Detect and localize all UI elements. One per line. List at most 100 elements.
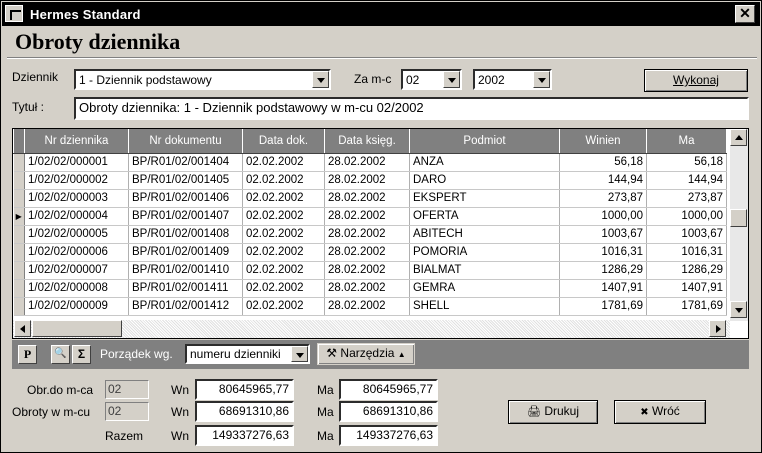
cell-nr-dokumentu[interactable]: BP/R01/02/001405 (128, 171, 243, 190)
cell-data-ksieg[interactable]: 28.02.2002 (324, 243, 410, 262)
cell-ma[interactable]: 1781,69 (646, 297, 727, 316)
cell-ma[interactable]: 1286,29 (646, 261, 727, 280)
year-select[interactable]: 2002 (473, 69, 552, 90)
cell-winien[interactable]: 273,87 (559, 189, 647, 208)
cell-winien[interactable]: 56,18 (559, 153, 647, 172)
table-row[interactable]: 1/02/02/000006 BP/R01/02/001409 02.02.2002… (13, 243, 727, 262)
vertical-scroll-thumb[interactable] (730, 209, 747, 227)
cell-podmiot[interactable]: ANZA (409, 153, 560, 172)
cell-nr-dokumentu[interactable]: BP/R01/02/001406 (128, 189, 243, 208)
cell-ma[interactable]: 144,94 (646, 171, 727, 190)
table-row[interactable]: 1/02/02/000001 BP/R01/02/001404 02.02.2002… (13, 153, 727, 172)
month-select[interactable]: 02 (401, 69, 462, 90)
col-data-ksieg[interactable]: Data księg. (324, 129, 410, 154)
cell-podmiot[interactable]: POMORIA (409, 243, 560, 262)
cell-ma[interactable]: 1000,00 (646, 207, 727, 226)
drukuj-button[interactable]: 🖨 Drukuj (508, 400, 598, 424)
cell-data-ksieg[interactable]: 28.02.2002 (324, 279, 410, 298)
narzedzia-button[interactable]: ⚒ Narzędzia ▲ (317, 343, 415, 365)
cell-nr-dziennika[interactable]: 1/02/02/000007 (24, 261, 129, 280)
col-podmiot[interactable]: Podmiot (409, 129, 560, 154)
close-button[interactable]: ✕ (735, 5, 755, 23)
cell-data-dok[interactable]: 02.02.2002 (242, 225, 325, 244)
cell-data-dok[interactable]: 02.02.2002 (242, 297, 325, 316)
cell-data-ksieg[interactable]: 28.02.2002 (324, 189, 410, 208)
tytul-field[interactable]: Obroty dziennika: 1 - Dziennik podstawow… (74, 97, 749, 120)
table-row[interactable]: ▶ 1/02/02/000004 BP/R01/02/001407 02.02.200… (13, 207, 727, 226)
row-indicator[interactable] (13, 171, 25, 190)
cell-nr-dziennika[interactable]: 1/02/02/000006 (24, 243, 129, 262)
cell-data-dok[interactable]: 02.02.2002 (242, 171, 325, 190)
cell-data-ksieg[interactable]: 28.02.2002 (324, 153, 410, 172)
wroc-button[interactable]: ✖ Wróć (614, 400, 706, 424)
cell-nr-dziennika[interactable]: 1/02/02/000003 (24, 189, 129, 208)
cell-winien[interactable]: 1000,00 (559, 207, 647, 226)
cell-winien[interactable]: 1781,69 (559, 297, 647, 316)
cell-data-ksieg[interactable]: 28.02.2002 (324, 171, 410, 190)
find-button[interactable]: 🔍 (51, 345, 70, 364)
scroll-left-button[interactable] (14, 320, 31, 337)
cell-winien[interactable]: 1286,29 (559, 261, 647, 280)
cell-data-ksieg[interactable]: 28.02.2002 (324, 207, 410, 226)
table-row[interactable]: 1/02/02/000002 BP/R01/02/001405 02.02.2002… (13, 171, 727, 190)
cell-data-ksieg[interactable]: 28.02.2002 (324, 225, 410, 244)
cell-podmiot[interactable]: EKSPERT (409, 189, 560, 208)
cell-nr-dokumentu[interactable]: BP/R01/02/001410 (128, 261, 243, 280)
cell-podmiot[interactable]: ABITECH (409, 225, 560, 244)
horizontal-scrollbar[interactable] (13, 320, 730, 338)
cell-nr-dziennika[interactable]: 1/02/02/000004 (24, 207, 129, 226)
row-indicator[interactable] (13, 297, 25, 316)
table-row[interactable]: 1/02/02/000005 BP/R01/02/001408 02.02.2002… (13, 225, 727, 244)
cell-podmiot[interactable]: BIALMAT (409, 261, 560, 280)
cell-data-dok[interactable]: 02.02.2002 (242, 189, 325, 208)
cell-ma[interactable]: 1003,67 (646, 225, 727, 244)
cell-podmiot[interactable]: GEMRA (409, 279, 560, 298)
cell-data-dok[interactable]: 02.02.2002 (242, 261, 325, 280)
chevron-down-icon[interactable] (291, 346, 308, 362)
table-row[interactable]: 1/02/02/000007 BP/R01/02/001410 02.02.2002… (13, 261, 727, 280)
sum-button[interactable]: Σ (72, 345, 91, 364)
cell-data-dok[interactable]: 02.02.2002 (242, 153, 325, 172)
cell-nr-dokumentu[interactable]: BP/R01/02/001407 (128, 207, 243, 226)
system-menu-icon[interactable] (5, 5, 23, 22)
cell-ma[interactable]: 56,18 (646, 153, 727, 172)
col-ma[interactable]: Ma (646, 129, 727, 154)
cell-nr-dziennika[interactable]: 1/02/02/000005 (24, 225, 129, 244)
dziennik-select[interactable]: 1 - Dziennik podstawowy (74, 69, 331, 90)
row-indicator[interactable] (13, 225, 25, 244)
chevron-down-icon[interactable] (312, 71, 329, 88)
cell-nr-dziennika[interactable]: 1/02/02/000008 (24, 279, 129, 298)
cell-winien[interactable]: 1016,31 (559, 243, 647, 262)
wykonaj-button[interactable]: Wykonaj (644, 69, 748, 92)
row-indicator[interactable]: ▶ (13, 207, 25, 226)
cell-winien[interactable]: 144,94 (559, 171, 647, 190)
col-nr-dokumentu[interactable]: Nr dokumentu (128, 129, 243, 154)
scroll-down-button[interactable] (730, 301, 747, 318)
col-nr-dziennika[interactable]: Nr dziennika (24, 129, 129, 154)
cell-nr-dziennika[interactable]: 1/02/02/000001 (24, 153, 129, 172)
horizontal-scroll-thumb[interactable] (32, 320, 122, 337)
cell-data-dok[interactable]: 02.02.2002 (242, 279, 325, 298)
cell-podmiot[interactable]: OFERTA (409, 207, 560, 226)
scroll-up-button[interactable] (730, 129, 747, 146)
row-indicator[interactable] (13, 189, 25, 208)
vertical-scrollbar[interactable] (730, 129, 748, 321)
p-button[interactable]: P (18, 345, 37, 364)
table-row[interactable]: 1/02/02/000009 BP/R01/02/001412 02.02.2002… (13, 297, 727, 316)
cell-winien[interactable]: 1407,91 (559, 279, 647, 298)
row-indicator[interactable] (13, 279, 25, 298)
cell-winien[interactable]: 1003,67 (559, 225, 647, 244)
cell-nr-dokumentu[interactable]: BP/R01/02/001408 (128, 225, 243, 244)
cell-ma[interactable]: 1407,91 (646, 279, 727, 298)
scroll-right-button[interactable] (709, 320, 726, 337)
chevron-down-icon[interactable] (533, 71, 550, 88)
cell-podmiot[interactable]: DARO (409, 171, 560, 190)
cell-ma[interactable]: 273,87 (646, 189, 727, 208)
table-row[interactable]: 1/02/02/000008 BP/R01/02/001411 02.02.2002… (13, 279, 727, 298)
journal-table[interactable]: Nr dziennika Nr dokumentu Data dok. Data… (12, 128, 749, 339)
col-winien[interactable]: Winien (559, 129, 647, 154)
cell-nr-dziennika[interactable]: 1/02/02/000009 (24, 297, 129, 316)
cell-data-dok[interactable]: 02.02.2002 (242, 207, 325, 226)
chevron-down-icon[interactable] (443, 71, 460, 88)
row-indicator[interactable] (13, 261, 25, 280)
